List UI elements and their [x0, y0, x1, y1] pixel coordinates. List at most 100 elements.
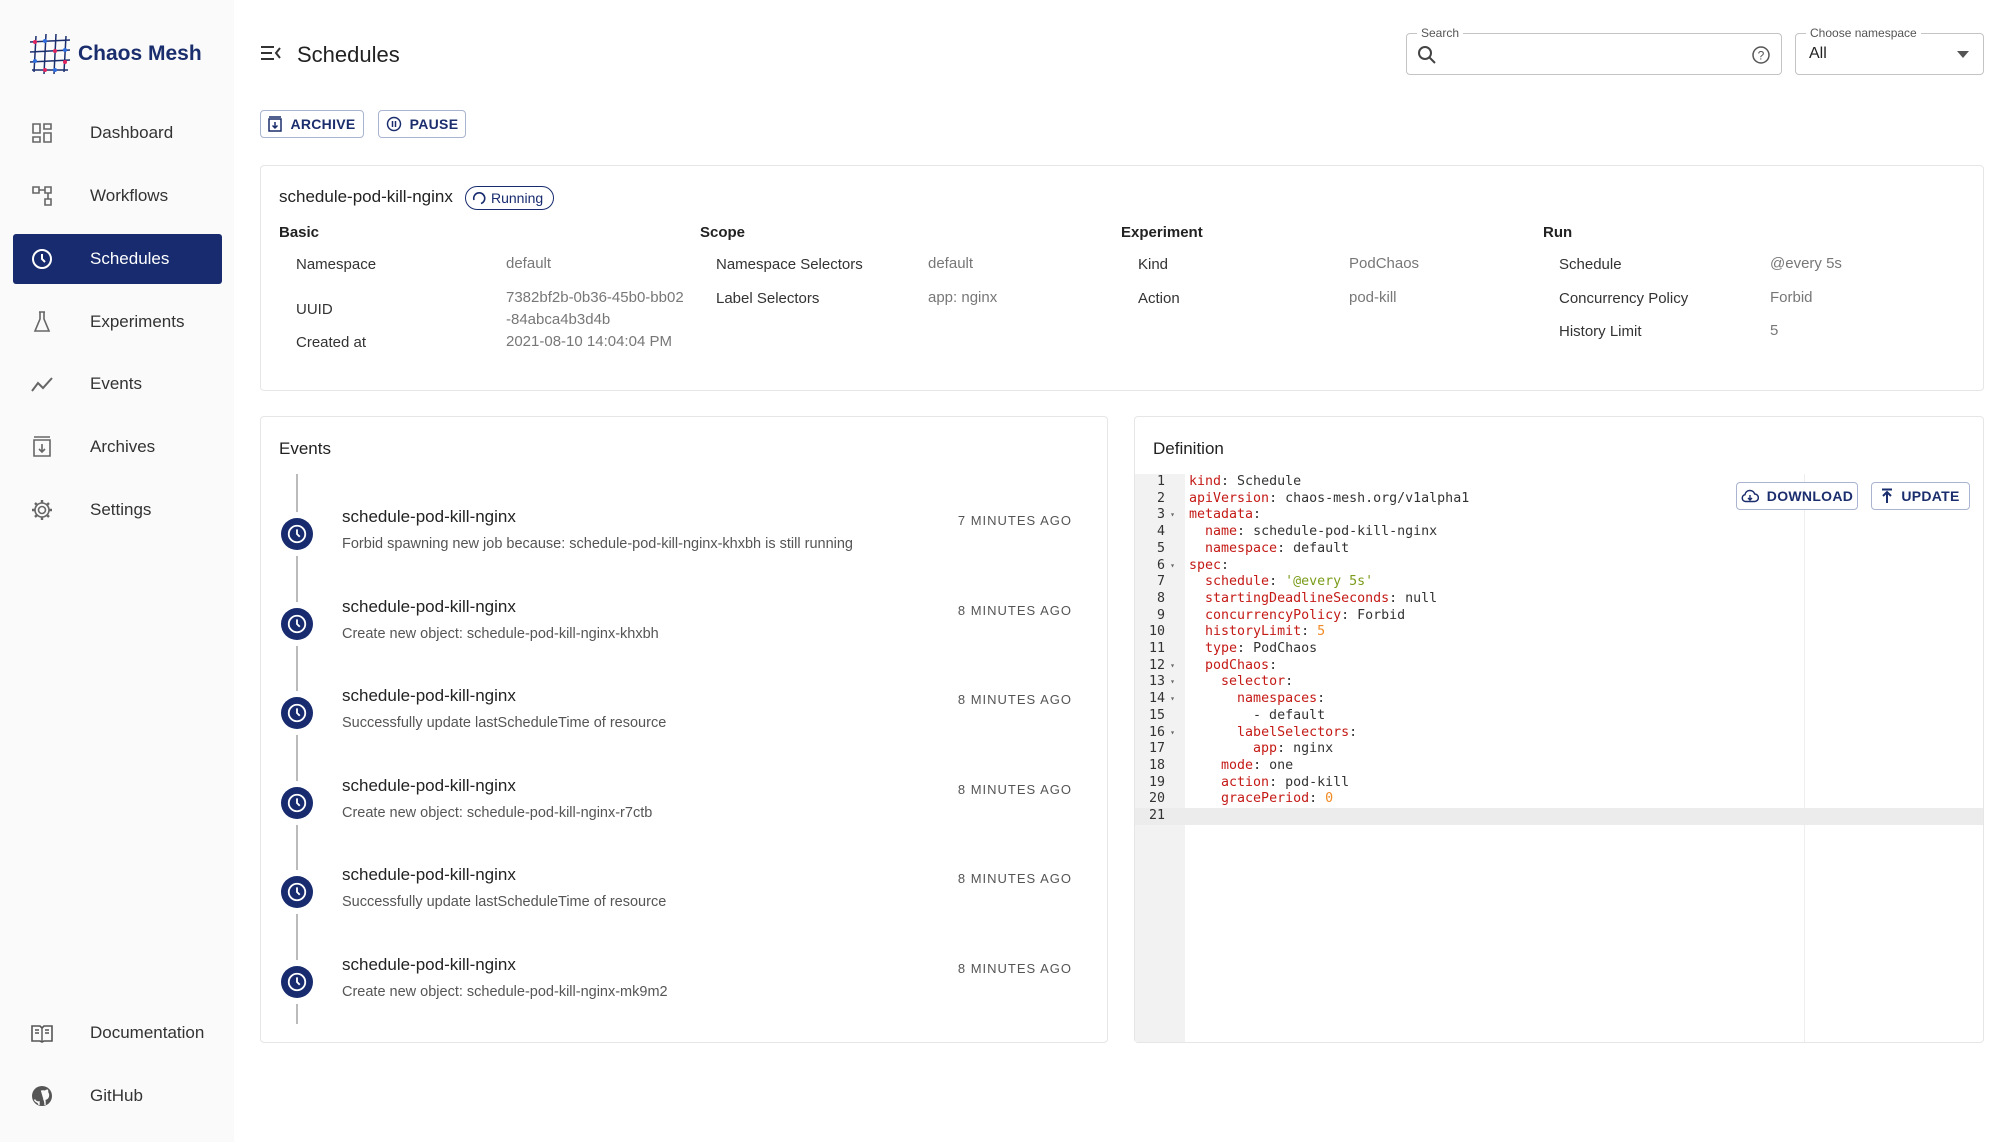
experiment-value: PodChaos	[1349, 255, 1420, 272]
code-line: mode: one	[1221, 757, 1294, 773]
clock-icon	[281, 966, 313, 998]
yaml-value: schedule-pod-kill-nginx	[1253, 524, 1438, 540]
run-value: Forbid	[1770, 288, 1813, 306]
sidebar: Chaos Mesh Dashboard Workflows Schedules Ex…	[0, 0, 234, 1142]
cloud-download-icon	[1741, 489, 1759, 503]
event-title: schedule-pod-kill-nginx	[342, 775, 516, 795]
sidebar-item-settings[interactable]: Settings	[13, 485, 222, 535]
basic-value: 7382bf2b-0b36-45b0-bb02-84abca4b3d4b	[506, 288, 684, 328]
chevron-down-icon	[1957, 51, 1969, 58]
line-number: 10	[1148, 624, 1165, 640]
pause-button[interactable]: PAUSE	[378, 110, 466, 138]
schedule-name: schedule-pod-kill-nginx	[279, 187, 453, 206]
yaml-key: name	[1205, 524, 1238, 540]
yaml-key: concurrencyPolicy	[1205, 607, 1342, 623]
namespace-value: All	[1809, 45, 1827, 62]
yaml-value: 0	[1325, 791, 1334, 807]
timeline-line	[296, 474, 298, 1024]
code-line: type: PodChaos	[1205, 641, 1318, 656]
page-title: Schedules	[297, 42, 400, 67]
yaml-value: '@every 5s'	[1285, 574, 1374, 590]
sidebar-item-schedules[interactable]: Schedules	[13, 234, 222, 284]
yaml-value: pod-kill	[1285, 774, 1350, 790]
basic-value: default	[506, 255, 552, 272]
clock-icon	[32, 249, 52, 269]
sidebar-item-archives[interactable]: Archives	[13, 422, 222, 472]
code-line: spec:	[1189, 557, 1238, 573]
pause-label: PAUSE	[409, 116, 459, 132]
yaml-value: 5	[1317, 624, 1326, 640]
sidebar-item-label: Workflows	[90, 186, 169, 205]
code-line: namespace: default	[1205, 540, 1350, 556]
run-heading: Run	[1543, 224, 1573, 241]
yaml-key: action	[1221, 774, 1270, 790]
sidebar-item-workflows[interactable]: Workflows	[13, 171, 222, 221]
line-number: 6 ▾	[1156, 557, 1175, 573]
archive-icon	[33, 436, 51, 457]
yaml-key: mode	[1221, 757, 1254, 773]
upload-icon	[1882, 488, 1893, 503]
sidebar-item-label: Dashboard	[90, 123, 174, 142]
clock-icon	[281, 786, 313, 819]
sidebar-item-events[interactable]: Events	[13, 359, 222, 409]
yaml-key: metadata	[1189, 507, 1254, 523]
sidebar-item-label: Experiments	[90, 312, 185, 331]
yaml-key: historyLimit	[1205, 624, 1302, 640]
line-number: 12 ▾	[1148, 657, 1175, 673]
event-description: Create new object: schedule-pod-kill-ngi…	[342, 984, 668, 1000]
yaml-key: namespace	[1205, 540, 1278, 556]
event-description: Successfully update lastScheduleTime of …	[342, 715, 667, 732]
clock-icon	[281, 518, 313, 550]
github-icon	[32, 1086, 52, 1106]
book-icon	[31, 1025, 53, 1043]
sidebar-item-label: GitHub	[90, 1086, 143, 1105]
sidebar-item-github[interactable]: GitHub	[13, 1071, 222, 1121]
app-name: Chaos Mesh	[78, 42, 202, 65]
sidebar-item-experiments[interactable]: Experiments	[13, 297, 222, 347]
yaml-key: app	[1253, 741, 1278, 757]
download-button[interactable]: DOWNLOAD	[1736, 482, 1858, 510]
dashboard-icon	[32, 123, 52, 143]
workflow-icon	[32, 186, 52, 206]
search-icon	[1418, 46, 1436, 64]
yaml-value: Forbid	[1357, 607, 1406, 623]
archive-label: ARCHIVE	[290, 116, 356, 132]
line-number: 21	[1148, 808, 1165, 823]
line-number: 20	[1148, 791, 1165, 807]
yaml-key: kind	[1189, 474, 1222, 489]
definition-title: Definition	[1153, 439, 1224, 458]
active-line	[1135, 808, 1983, 825]
run-value: @every 5s	[1770, 255, 1842, 272]
namespace-select[interactable]: Choose namespace All	[1795, 26, 1984, 75]
yaml-value: one	[1269, 757, 1294, 773]
run-label: History Limit	[1559, 323, 1642, 340]
update-button[interactable]: UPDATE	[1871, 482, 1970, 510]
collapse-menu-icon[interactable]	[260, 44, 282, 67]
event-title: schedule-pod-kill-nginx	[342, 955, 516, 974]
search-input[interactable]: Search ?	[1406, 26, 1782, 75]
svg-text:?: ?	[1758, 49, 1765, 63]
code-line: kind: Schedule	[1189, 474, 1302, 489]
status-badge: Running	[465, 186, 555, 210]
gear-icon	[32, 500, 52, 520]
scope-value: app: nginx	[928, 288, 998, 306]
yaml-value: nginx	[1293, 741, 1334, 757]
scope-value: default	[928, 255, 974, 272]
line-number: 19	[1148, 774, 1165, 790]
line-number: 18	[1148, 757, 1165, 773]
clock-icon	[281, 607, 313, 640]
archive-button[interactable]: ARCHIVE	[260, 110, 364, 138]
yaml-value: - default	[1253, 707, 1326, 723]
yaml-key: schedule	[1205, 574, 1270, 590]
spinner-icon	[472, 192, 486, 205]
line-number: 14 ▾	[1148, 691, 1175, 707]
yaml-editor[interactable]: 1 kind: Schedule 2 apiVersion: chaos-mesh.o…	[1135, 474, 1983, 1042]
clock-icon	[281, 697, 313, 730]
events-title: Events	[279, 439, 331, 458]
help-icon[interactable]: ?	[1751, 45, 1771, 65]
sidebar-item-dashboard[interactable]: Dashboard	[13, 108, 222, 158]
sidebar-item-documentation[interactable]: Documentation	[13, 1008, 222, 1058]
code-line: gracePeriod: 0	[1221, 791, 1334, 807]
code-line: action: pod-kill	[1221, 774, 1350, 790]
logo[interactable]: Chaos Mesh	[28, 32, 202, 76]
